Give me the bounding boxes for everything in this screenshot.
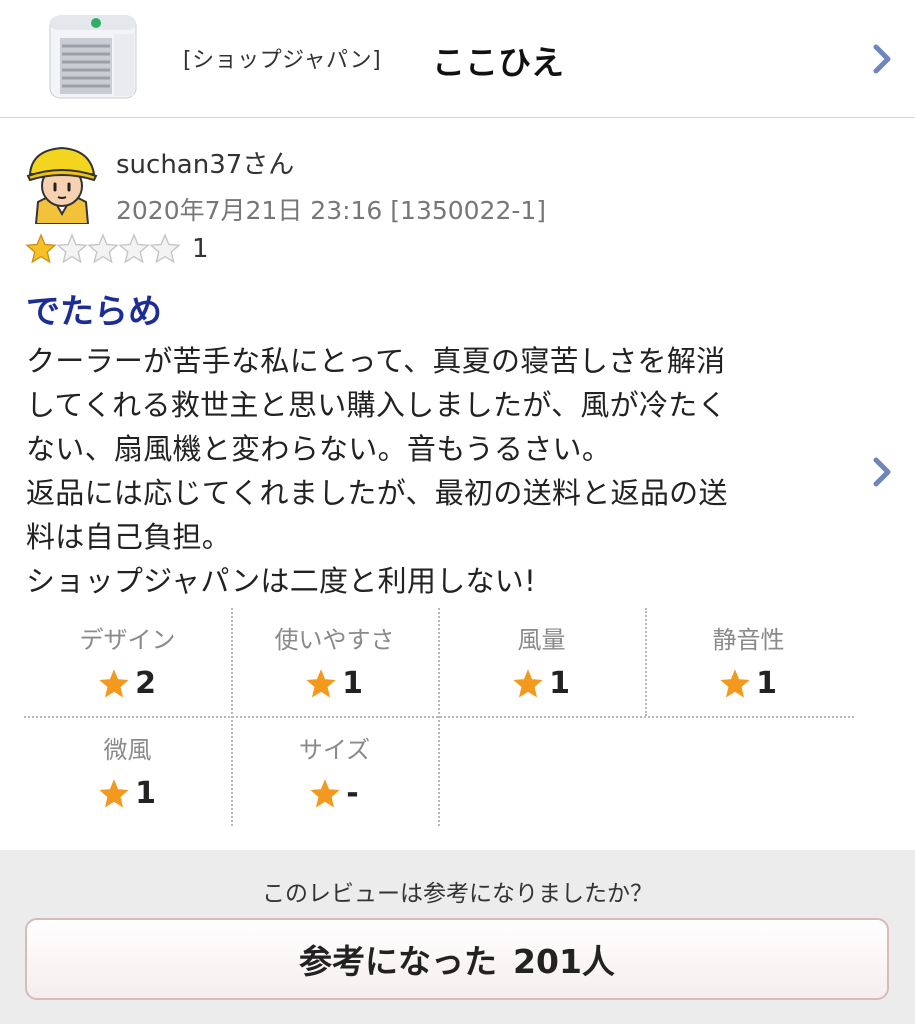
- rating-cell: サイズ -: [231, 718, 438, 826]
- rating-value: 1: [756, 666, 777, 701]
- review-body: クーラーが苦手な私にとって、真夏の寝苦しさを解消 してくれる救世主と思い購入しまし…: [26, 339, 856, 603]
- review-body-line: してくれる救世主と思い購入しましたが、風が冷たく: [26, 388, 727, 422]
- star-empty-icon: [118, 233, 150, 265]
- helpful-button[interactable]: 参考になった 201人: [25, 918, 889, 1000]
- rating-value: -: [346, 776, 359, 811]
- star-icon: [99, 668, 129, 699]
- rating-label: 風量: [517, 626, 566, 654]
- rating-value: 1: [135, 776, 156, 811]
- product-header[interactable]: [ショップジャパン] ここひえ: [0, 0, 915, 118]
- review-body-line: 料は自己負担。: [26, 520, 232, 554]
- review-body-line: クーラーが苦手な私にとって、真夏の寝苦しさを解消: [26, 344, 726, 378]
- product-thumbnail-icon[interactable]: [44, 10, 140, 106]
- rating-cell: 風量 1: [438, 608, 645, 716]
- review-body-line: ない、扇風機と変わらない。音もうるさい。: [26, 432, 612, 466]
- rating-label: 使いやすさ: [274, 626, 395, 654]
- rating-label: 微風: [103, 736, 152, 764]
- review-meta: 2020年7月21日 23:16 [1350022-1]: [116, 196, 547, 225]
- review-username[interactable]: suchan37さん: [116, 144, 294, 181]
- rating-label: 静音性: [712, 626, 785, 654]
- rating-cell: 使いやすさ 1: [231, 608, 438, 716]
- review-body-line: ショップジャパンは二度と利用しない!: [26, 564, 537, 598]
- star-icon: [310, 778, 340, 809]
- rating-cell: 微風 1: [24, 718, 231, 826]
- star-empty-icon: [56, 233, 88, 265]
- shop-name: [ショップジャパン]: [183, 48, 382, 73]
- overall-rating: 1: [25, 233, 209, 265]
- product-name[interactable]: ここひえ: [432, 36, 564, 84]
- star-empty-icon: [87, 233, 119, 265]
- sub-ratings-grid: デザイン 2 使いやすさ 1 風量 1 静音性 1 微風 1 サイズ -: [24, 608, 854, 826]
- helpful-section: このレビューは参考になりましたか？ 参考になった 201人: [0, 850, 915, 1024]
- helpful-button-label: 参考になった: [299, 942, 498, 981]
- rating-value-wrap: 1: [438, 666, 645, 701]
- rating-value-wrap: 1: [231, 666, 438, 701]
- review-body-line: 返品には応じてくれましたが、最初の送料と返品の送: [26, 476, 728, 510]
- rating-value: 2: [135, 666, 156, 701]
- star-icon: [99, 778, 129, 809]
- rating-value-wrap: 2: [24, 666, 231, 701]
- rating-value-wrap: 1: [24, 776, 231, 811]
- chevron-right-icon[interactable]: [872, 43, 892, 75]
- rating-value-wrap: -: [231, 776, 438, 811]
- chevron-right-icon[interactable]: [872, 456, 892, 488]
- star-icon: [720, 668, 750, 699]
- star-empty-icon: [149, 233, 181, 265]
- rating-label: サイズ: [298, 736, 371, 764]
- helpful-question: このレビューは参考になりましたか？: [262, 881, 653, 907]
- rating-value: 1: [549, 666, 570, 701]
- helpful-count: 201人: [513, 942, 615, 981]
- star-filled-icon: [25, 233, 57, 265]
- rating-value: 1: [342, 666, 363, 701]
- star-icon: [306, 668, 336, 699]
- review-title: でたらめ: [26, 292, 162, 332]
- rating-value-wrap: 1: [645, 666, 852, 701]
- rating-cell: デザイン 2: [24, 608, 231, 716]
- star-icon: [513, 668, 543, 699]
- user-avatar-icon[interactable]: [24, 144, 100, 225]
- rating-label: デザイン: [79, 626, 176, 654]
- rating-cell: 静音性 1: [645, 608, 852, 716]
- overall-rating-value: 1: [192, 234, 209, 264]
